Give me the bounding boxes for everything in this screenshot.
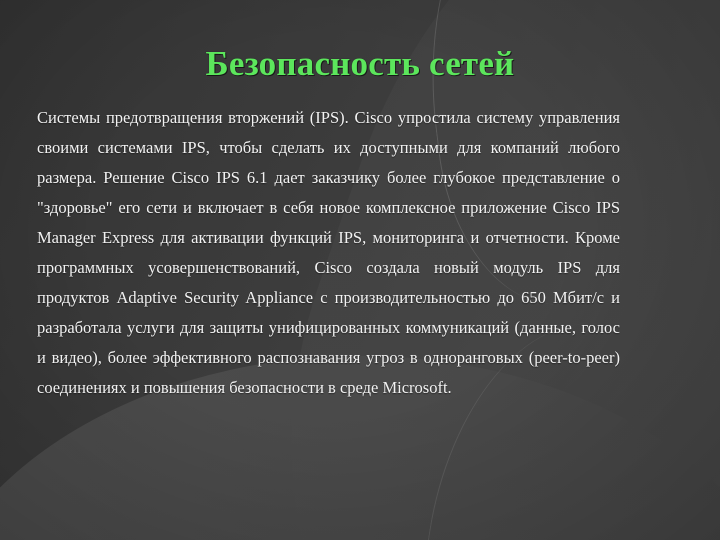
slide-content: Безопасность сетей Системы предотвращени… <box>0 0 720 540</box>
body-paragraph: Системы предотвращения вторжений (IPS). … <box>37 108 620 397</box>
slide-body: Системы предотвращения вторжений (IPS). … <box>37 103 620 403</box>
slide-title: Безопасность сетей <box>205 44 515 83</box>
presentation-slide: Безопасность сетей Системы предотвращени… <box>0 0 720 540</box>
